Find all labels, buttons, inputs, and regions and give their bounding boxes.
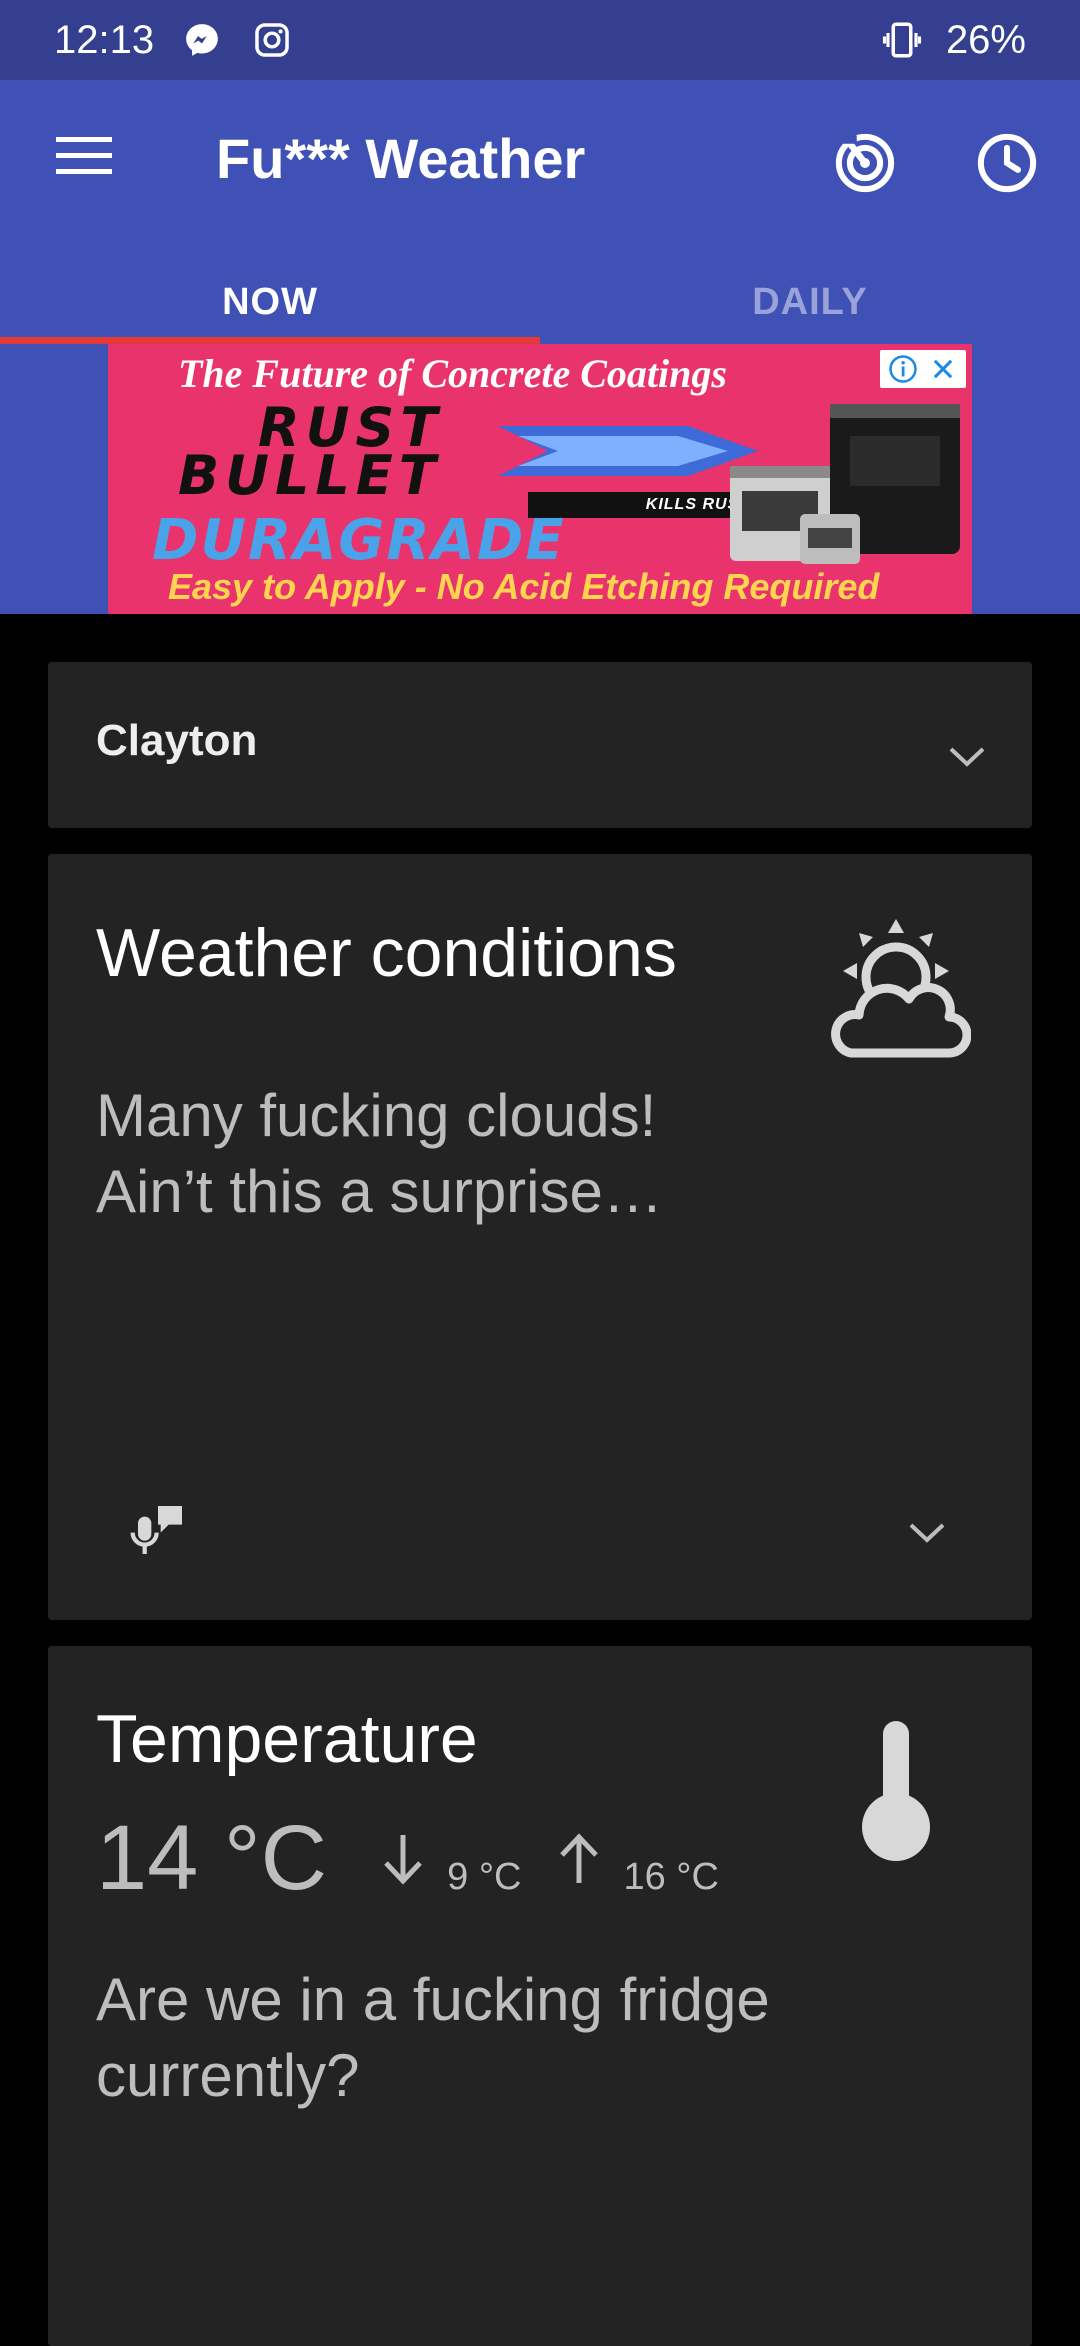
current-temperature: 14 °C (96, 1807, 328, 1909)
temperature-row: 14 °C 9 °C 16 °C (96, 1806, 747, 1911)
temperature-description: Are we in a fucking fridge currently? (96, 1962, 876, 2114)
radar-icon (832, 130, 898, 201)
ad-product-name: DURAGRADE (152, 508, 566, 573)
ad-choices (880, 350, 966, 388)
instagram-icon (250, 18, 294, 62)
messenger-icon (180, 18, 224, 62)
temperature-card: Temperature 14 °C 9 °C 16 °C Are we in a… (48, 1646, 1032, 2346)
weather-description-line1: Many fucking clouds! (96, 1082, 657, 1149)
location-selector[interactable]: Clayton (48, 662, 1032, 828)
clock-icon (974, 130, 1040, 201)
weather-conditions-card: Weather conditions Many fucking clouds! … (48, 854, 1032, 1620)
tab-bar: NOW DAILY (0, 260, 1080, 344)
ad-banner[interactable]: The Future of Concrete Coatings RUST BUL… (108, 344, 972, 614)
temperature-description-line2: currently? (96, 2042, 360, 2109)
status-time: 12:13 (54, 17, 155, 62)
weather-conditions-title: Weather conditions (96, 915, 677, 991)
arrow-down-icon (373, 1829, 433, 1889)
menu-button[interactable] (44, 118, 124, 198)
voice-readout-button[interactable] (118, 1492, 198, 1572)
voice-chat-icon (126, 1498, 190, 1567)
thermometer-icon (816, 1710, 976, 1870)
low-temperature: 9 °C (447, 1856, 522, 1898)
chevron-down-icon (942, 732, 992, 782)
radar-button[interactable] (820, 120, 910, 210)
temperature-title: Temperature (96, 1701, 478, 1777)
app-bar: Fu*** Weather (0, 80, 1080, 260)
tab-daily[interactable]: DAILY (540, 260, 1080, 344)
weather-description-line2: Ain’t this a surprise… (96, 1158, 663, 1225)
arrow-up-icon (549, 1829, 609, 1889)
weather-description: Many fucking clouds! Ain’t this a surpri… (96, 1078, 876, 1230)
ad-headline: The Future of Concrete Coatings (178, 351, 727, 396)
battery-level: 26% (945, 17, 1026, 62)
ad-paint-cans-image (730, 404, 960, 564)
high-temperature: 16 °C (623, 1856, 719, 1898)
vibrate-icon (880, 18, 924, 62)
app-title: Fu*** Weather (216, 127, 586, 190)
expand-button[interactable] (902, 1510, 952, 1560)
chevron-down-icon (907, 1520, 947, 1551)
ad-info-icon[interactable] (886, 352, 920, 386)
tab-now[interactable]: NOW (0, 260, 540, 344)
ad-close-icon[interactable] (926, 352, 960, 386)
status-bar: 12:13 26% (0, 0, 1080, 80)
ad-container: The Future of Concrete Coatings RUST BUL… (0, 344, 1080, 614)
history-button[interactable] (962, 120, 1052, 210)
location-name: Clayton (96, 716, 258, 765)
ad-brand-line2: BULLET (178, 444, 442, 507)
ad-tagline: Easy to Apply - No Acid Etching Required (168, 566, 880, 607)
partly-cloudy-icon (816, 910, 976, 1070)
temperature-description-line1: Are we in a fucking fridge (96, 1966, 770, 2033)
hamburger-icon (54, 133, 114, 184)
